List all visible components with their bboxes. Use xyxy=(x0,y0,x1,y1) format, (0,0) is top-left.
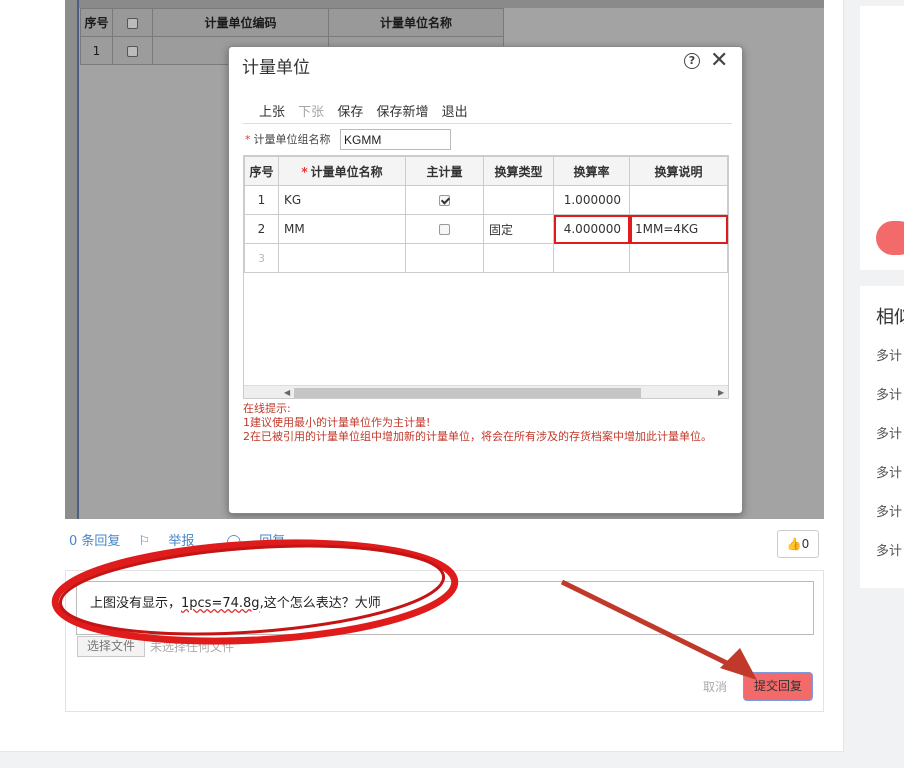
like-count: 0 xyxy=(801,537,810,551)
bg-header-code: 计量单位编码 xyxy=(152,8,329,37)
row-main[interactable] xyxy=(405,185,484,215)
unit-grid-table: 序号 * 计量单位名称 主计量 换算类型 换算率 换算说明 1 KG 1.000… xyxy=(244,156,728,273)
bg-header-check xyxy=(112,8,153,37)
group-name-input[interactable] xyxy=(340,129,451,150)
row-rate[interactable]: 1.000000 xyxy=(553,185,630,215)
row-rate[interactable] xyxy=(553,243,630,273)
reply-text-misspelled: 1pcs=74.8g xyxy=(181,596,260,611)
similar-item[interactable]: 多计 xyxy=(876,540,902,559)
row-no: 1 xyxy=(244,185,279,215)
choose-file-button[interactable]: 选择文件 xyxy=(77,636,145,657)
sidebar-action-button[interactable] xyxy=(876,221,904,255)
similar-item[interactable]: 多计 xyxy=(876,423,902,442)
row-rate[interactable]: 4.000000 xyxy=(553,214,630,244)
similar-title: 相似 xyxy=(876,307,904,328)
scroll-right-icon[interactable]: ▶ xyxy=(718,386,724,398)
row-note[interactable]: 1MM=4KG xyxy=(629,214,728,244)
divider xyxy=(243,123,732,124)
reply-count-link[interactable]: 0 条回复 xyxy=(69,534,120,549)
save-new-button[interactable]: 保存新增 xyxy=(376,105,428,120)
checkbox-checked-icon[interactable] xyxy=(439,195,450,206)
report-label: 举报 xyxy=(168,534,195,549)
hint-line: 2在已被引用的计量单位组中增加新的计量单位，将会在所有涉及的存货档案中增加此计量… xyxy=(243,430,712,443)
grid-header-name: * 计量单位名称 xyxy=(278,156,406,186)
screenshot-top-strip xyxy=(79,0,824,8)
exit-button[interactable]: 退出 xyxy=(442,105,468,120)
hint-line: 在线提示: xyxy=(243,402,291,415)
dialog-toolbar: 上张 下张 保存 保存新增 退出 xyxy=(259,101,477,120)
similar-item[interactable]: 多计 xyxy=(876,384,902,403)
report-link[interactable]: ⚐ 举报 xyxy=(139,534,209,549)
row-name[interactable] xyxy=(278,243,406,273)
row-note[interactable] xyxy=(629,243,728,273)
dialog-title: 计量单位 xyxy=(242,58,310,78)
row-type[interactable] xyxy=(483,243,554,273)
scroll-left-icon[interactable]: ◀ xyxy=(284,386,290,398)
post-actions: 0 条回复 ⚐ 举报 ◯ 回复 xyxy=(69,530,313,549)
file-status: 未选择任何文件 xyxy=(150,640,235,654)
help-icon[interactable]: ? xyxy=(684,53,700,69)
reply-label: 回复 xyxy=(259,534,286,549)
horizontal-scrollbar[interactable]: ◀ ▶ xyxy=(244,385,728,398)
prev-button[interactable]: 上张 xyxy=(259,105,285,120)
online-hint: 在线提示: 1建议使用最小的计量单位作为主计量! 2在已被引用的计量单位组中增加… xyxy=(243,402,728,444)
reply-text-part: 上图没有显示， xyxy=(90,596,182,611)
group-name-label: * 计量单位组名称 xyxy=(245,133,331,146)
bg-row-no: 1 xyxy=(80,36,113,65)
hint-line: 1建议使用最小的计量单位作为主计量! xyxy=(243,416,431,429)
similar-item[interactable]: 多计 xyxy=(876,501,902,520)
next-button[interactable]: 下张 xyxy=(298,105,324,120)
row-name[interactable]: MM xyxy=(278,214,406,244)
save-button[interactable]: 保存 xyxy=(337,105,363,120)
like-button[interactable]: 👍0 xyxy=(777,530,819,558)
grid-header-type: 换算类型 xyxy=(483,156,554,186)
reply-link[interactable]: ◯ 回复 xyxy=(227,534,300,549)
page: 序号 计量单位编码 计量单位名称 1 计量单位 ? ✕ 上张 下张 保存 保存新… xyxy=(0,0,904,768)
grid-header-rate: 换算率 xyxy=(553,156,630,186)
group-name-label-text: 计量单位组名称 xyxy=(253,133,331,146)
comment-icon: ◯ xyxy=(226,534,242,549)
row-no: 3 xyxy=(244,243,279,273)
thumbs-up-icon: 👍 xyxy=(786,537,802,551)
close-icon[interactable]: ✕ xyxy=(710,48,728,74)
checkbox-icon xyxy=(127,17,138,29)
submit-reply-button[interactable]: 提交回复 xyxy=(743,672,813,701)
grid-header-name-text: 计量单位名称 xyxy=(310,164,383,179)
post-card: 序号 计量单位编码 计量单位名称 1 计量单位 ? ✕ 上张 下张 保存 保存新… xyxy=(0,0,844,752)
table-row[interactable]: 1 KG 1.000000 xyxy=(244,185,728,215)
grid-header-main: 主计量 xyxy=(405,156,484,186)
row-name[interactable]: KG xyxy=(278,185,406,215)
screenshot-left-bar xyxy=(65,0,79,519)
grid-header-no: 序号 xyxy=(244,156,279,186)
similar-item[interactable]: 多计 xyxy=(876,345,902,364)
checkbox-icon[interactable] xyxy=(439,224,450,235)
row-main[interactable] xyxy=(405,214,484,244)
grid-header-note: 换算说明 xyxy=(629,156,728,186)
embedded-screenshot: 序号 计量单位编码 计量单位名称 1 计量单位 ? ✕ 上张 下张 保存 保存新… xyxy=(65,0,824,519)
row-type[interactable] xyxy=(483,185,554,215)
flag-icon: ⚐ xyxy=(138,534,151,549)
table-row[interactable]: 2 MM 固定 4.000000 1MM=4KG xyxy=(244,214,728,244)
row-note[interactable] xyxy=(629,185,728,215)
table-row[interactable]: 3 xyxy=(244,243,728,273)
bg-row-check xyxy=(112,36,153,65)
checkbox-icon xyxy=(127,45,138,57)
scrollbar-thumb[interactable] xyxy=(294,388,641,398)
bg-header-name: 计量单位名称 xyxy=(328,8,504,37)
cancel-button[interactable]: 取消 xyxy=(703,678,727,695)
reply-text-part: ,这个怎么表达？大师 xyxy=(259,596,381,611)
row-main[interactable] xyxy=(405,243,484,273)
bg-header-no: 序号 xyxy=(80,8,113,37)
unit-dialog: 计量单位 ? ✕ 上张 下张 保存 保存新增 退出 *计量单位组名称 序号 xyxy=(228,46,743,514)
similar-item[interactable]: 多计 xyxy=(876,462,902,481)
reply-form: 上图没有显示，1pcs=74.8g,这个怎么表达？大师 选择文件 未选择任何文件… xyxy=(65,570,824,712)
row-type[interactable]: 固定 xyxy=(483,214,554,244)
reply-textarea[interactable]: 上图没有显示，1pcs=74.8g,这个怎么表达？大师 xyxy=(76,581,814,635)
row-no: 2 xyxy=(244,214,279,244)
unit-grid: 序号 * 计量单位名称 主计量 换算类型 换算率 换算说明 1 KG 1.000… xyxy=(243,155,729,399)
